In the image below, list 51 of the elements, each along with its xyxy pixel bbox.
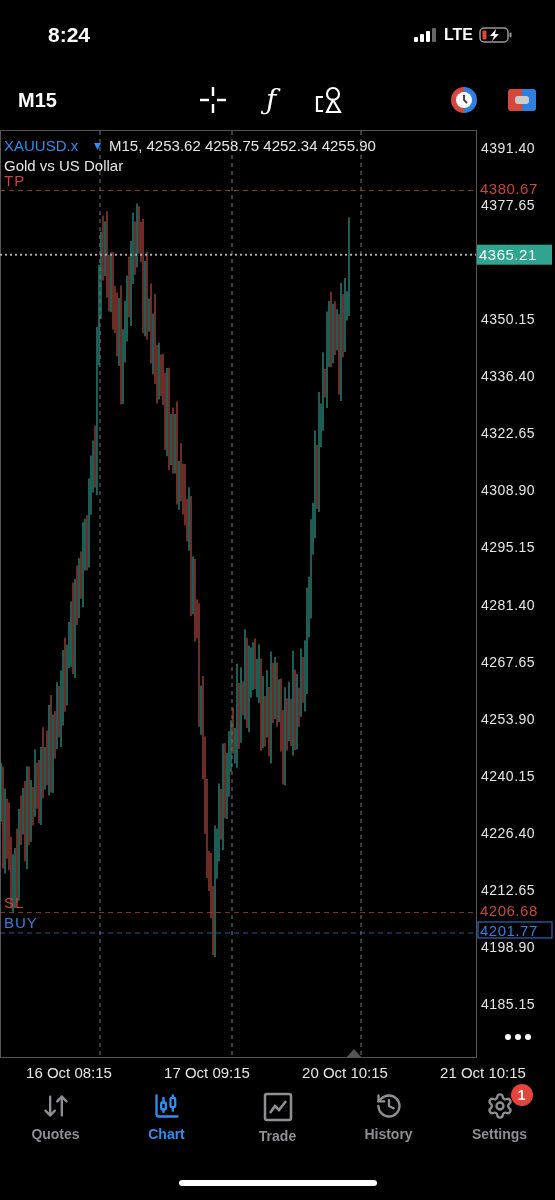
price-label: 4350.15 <box>481 311 536 328</box>
tab-bar-item[interactable]: Chart <box>111 1084 222 1142</box>
timeframe-label[interactable]: M15 <box>18 88 198 112</box>
scroll-marker-icon[interactable] <box>347 1049 361 1057</box>
clock-toggle-icon[interactable] <box>449 85 479 115</box>
price-label: 4336.40 <box>481 368 536 385</box>
tab-bar-item[interactable]: Trade <box>222 1084 333 1144</box>
notification-badge: 1 <box>510 1084 533 1106</box>
time-label: 17 Oct 09:15 <box>163 1063 251 1081</box>
more-icon[interactable] <box>505 1034 531 1040</box>
status-time: 8:24 <box>48 23 91 47</box>
candlestick-icon <box>152 1092 181 1120</box>
current-price-tag: 4365.21 <box>477 244 552 265</box>
shapes-icon[interactable] <box>314 85 345 115</box>
time-label: 16 Oct 08:15 <box>25 1063 113 1081</box>
price-label: 4295.15 <box>481 539 536 556</box>
network-label: LTE <box>443 26 473 44</box>
price-label: 4308.90 <box>481 482 536 499</box>
tab-bar-item[interactable]: Settings 1 <box>444 1084 555 1142</box>
price-label: 4281.40 <box>481 596 536 613</box>
price-label: 4185.15 <box>481 995 536 1012</box>
order-label: BUY <box>4 913 38 931</box>
toggle-icon[interactable] <box>507 88 537 112</box>
order-price: 4380.67 <box>480 179 538 197</box>
price-label: 4322.65 <box>481 425 536 442</box>
tab-bar-item[interactable]: Quotes <box>0 1084 111 1142</box>
crosshair-icon[interactable] <box>198 85 228 115</box>
battery-charging-icon <box>479 27 513 43</box>
settings-icon <box>485 1092 514 1120</box>
order-price: 4206.68 <box>480 901 538 919</box>
price-label: 4198.90 <box>481 938 536 955</box>
history-icon <box>374 1092 403 1120</box>
price-label: 4253.90 <box>481 710 536 727</box>
symbol-description: Gold vs US Dollar <box>4 157 124 174</box>
price-label: 4226.40 <box>481 824 536 841</box>
signal-icon <box>413 28 438 42</box>
order-price-tag: 4201.77 <box>477 921 553 939</box>
time-label: 20 Oct 10:15 <box>301 1063 389 1081</box>
price-label: 4377.65 <box>481 197 536 214</box>
time-label: 21 Oct 10:15 <box>439 1063 527 1081</box>
order-label: TP <box>4 171 26 189</box>
tab-bar-item[interactable]: History <box>333 1084 444 1142</box>
symbol-link[interactable]: XAUUSD.x <box>4 137 79 154</box>
price-label: 4240.15 <box>481 767 536 784</box>
price-label: 4212.65 <box>481 881 536 898</box>
line-chart-icon <box>262 1092 293 1122</box>
price-label: 4391.40 <box>481 140 536 156</box>
quote-text: M15, 4253.62 4258.75 4252.34 4255.90 <box>109 137 376 154</box>
price-label: 4267.65 <box>481 653 536 670</box>
dropdown-icon[interactable] <box>94 143 101 150</box>
order-label: SL <box>4 893 25 911</box>
